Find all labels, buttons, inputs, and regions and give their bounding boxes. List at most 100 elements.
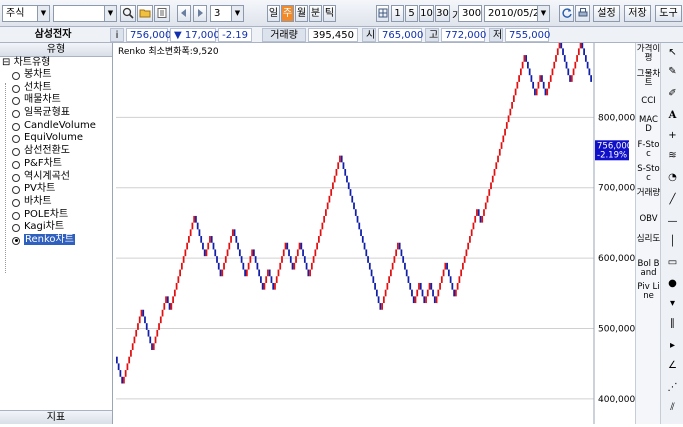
radio-icon[interactable] (12, 72, 20, 80)
save-button[interactable]: 저장 (624, 5, 651, 22)
triangle-down-icon[interactable]: ▾ (665, 297, 680, 310)
renko-up-brick (188, 236, 190, 243)
info-button[interactable]: i (110, 28, 124, 42)
radio-icon[interactable] (12, 110, 20, 119)
chart-type-item[interactable]: 역시계곡선 (0, 171, 112, 184)
arc-icon[interactable]: ◔ (665, 171, 680, 184)
radio-icon[interactable] (12, 135, 20, 144)
search-button[interactable] (120, 5, 136, 22)
pencil-icon[interactable]: ✐ (665, 87, 680, 100)
fan-icon[interactable]: ⋰ (665, 381, 680, 394)
renko-down-brick (433, 296, 436, 304)
radio-icon[interactable] (12, 97, 20, 106)
horizontal-line-icon[interactable]: — (665, 215, 680, 228)
chart-type-item[interactable]: CandleVolume (0, 120, 112, 133)
chevron-down-icon[interactable]: ▼ (104, 6, 116, 21)
chart-type-item[interactable]: Kagi차트 (0, 221, 112, 234)
indicator-button[interactable]: OBV (636, 215, 661, 224)
chevron-down-icon[interactable]: ▼ (231, 6, 243, 21)
period-tick-button[interactable]: 틱 (323, 5, 336, 22)
radio-icon[interactable] (12, 122, 20, 131)
radio-icon[interactable] (12, 236, 20, 245)
rectangle-icon[interactable]: ▭ (665, 256, 680, 269)
radio-icon[interactable] (12, 211, 20, 220)
radio-icon[interactable] (12, 198, 20, 207)
indicator-button[interactable]: CCI (636, 97, 661, 106)
settings-button[interactable]: 설정 (593, 5, 620, 22)
tree-collapse-icon[interactable]: ⊟ (2, 57, 10, 68)
circle-tool-icon[interactable]: ● (665, 277, 680, 290)
chart-type-item[interactable]: PV차트 (0, 183, 112, 196)
renko-up-brick (189, 229, 192, 237)
view-toggle-button[interactable] (376, 5, 389, 22)
radio-icon[interactable] (12, 186, 20, 195)
radio-icon[interactable] (12, 148, 20, 157)
chart-type-item[interactable]: 삼선전환도 (0, 145, 112, 158)
interval-30-button[interactable]: 30 (435, 5, 450, 22)
crosshair-icon[interactable]: + (665, 129, 680, 142)
triangle-right-icon[interactable]: ▸ (665, 339, 680, 352)
print-button[interactable] (575, 5, 590, 22)
indicator-button[interactable]: 그물차트 (636, 70, 661, 88)
renko-up-brick (539, 75, 542, 82)
prev-button[interactable] (177, 5, 191, 22)
pointer-icon[interactable]: ↖ (665, 46, 680, 59)
indicator-button[interactable]: Bol Band (636, 260, 661, 278)
angle-icon[interactable]: ∠ (665, 359, 680, 372)
interval-5-button[interactable]: 5 (405, 5, 418, 22)
indicator-button[interactable]: 가격이평 (636, 45, 661, 63)
chart-area[interactable]: 400,000 500,000 600,000 700,000 800,000 756,0… (114, 41, 635, 424)
indicator-button[interactable]: S-Stoc (636, 165, 661, 183)
chevron-down-icon[interactable]: ▼ (537, 6, 549, 21)
chart-type-item[interactable]: Renko차트 (0, 233, 112, 247)
radio-icon[interactable] (12, 84, 20, 93)
interval-5-label: 5 (408, 8, 415, 19)
refresh-button[interactable] (559, 5, 574, 22)
indicator-button[interactable]: F-Stoc (636, 141, 661, 159)
tools-button[interactable]: 도구 (655, 5, 682, 22)
folder-button[interactable] (137, 5, 153, 22)
fibonacci-icon[interactable]: ≋ (665, 149, 680, 162)
indicator-button[interactable]: MACD (636, 116, 661, 134)
radio-icon[interactable] (12, 160, 20, 169)
memo-button[interactable] (154, 5, 170, 22)
chart-type-item[interactable]: 선차트 (0, 82, 112, 95)
indicator-button[interactable]: 거래량 (636, 189, 661, 198)
period-month-button[interactable]: 월 (295, 5, 308, 22)
renko-down-brick (419, 282, 422, 290)
chart-type-item[interactable]: 바차트 (0, 196, 112, 209)
radio-icon[interactable] (12, 224, 20, 233)
chart-type-item[interactable]: 봉차트 (0, 69, 112, 82)
text-tool-icon[interactable]: A (665, 109, 680, 122)
renko-up-brick (284, 242, 287, 250)
term-input[interactable]: 300 (458, 5, 482, 22)
regression-icon[interactable]: ⫽ (665, 401, 680, 414)
period-week-button[interactable]: 주 (281, 5, 294, 22)
trendline-icon[interactable]: ╱ (665, 193, 680, 206)
next-button[interactable] (193, 5, 207, 22)
interval-1-button[interactable]: 1 (391, 5, 404, 22)
eraser-icon[interactable]: ✎ (665, 65, 680, 78)
chart-type-item[interactable]: P&F차트 (0, 158, 112, 171)
indicator-button[interactable]: 심리도 (636, 235, 661, 244)
chart-type-item[interactable]: 매물차트 (0, 94, 112, 107)
date-combo[interactable]: 2010/05/23 ▼ (484, 5, 550, 22)
period-day-button[interactable]: 일 (267, 5, 280, 22)
tree-root[interactable]: ⊟ 차트유형 (0, 57, 112, 69)
chart-type-item[interactable]: EquiVolume (0, 132, 112, 145)
market-select[interactable]: 주식 ▼ (2, 5, 50, 22)
chevron-down-icon[interactable]: ▼ (37, 6, 49, 21)
indicator-button[interactable]: Piv Line (636, 283, 661, 301)
indicator-tab[interactable]: 지표 (0, 410, 112, 424)
chart-type-item[interactable]: 일목균형표 (0, 107, 112, 120)
stock-code-combo[interactable]: ▼ (53, 5, 117, 22)
vertical-line-icon[interactable]: │ (665, 235, 680, 248)
radio-icon[interactable] (12, 173, 20, 182)
renko-down-brick (305, 262, 308, 270)
renko-up-brick (546, 88, 549, 96)
interval-10-button[interactable]: 10 (419, 5, 434, 22)
parallel-lines-icon[interactable]: ∥ (665, 317, 680, 330)
period-minute-button[interactable]: 분 (309, 5, 322, 22)
count-combo[interactable]: 3 ▼ (210, 5, 244, 22)
chart-type-item[interactable]: POLE차트 (0, 209, 112, 222)
